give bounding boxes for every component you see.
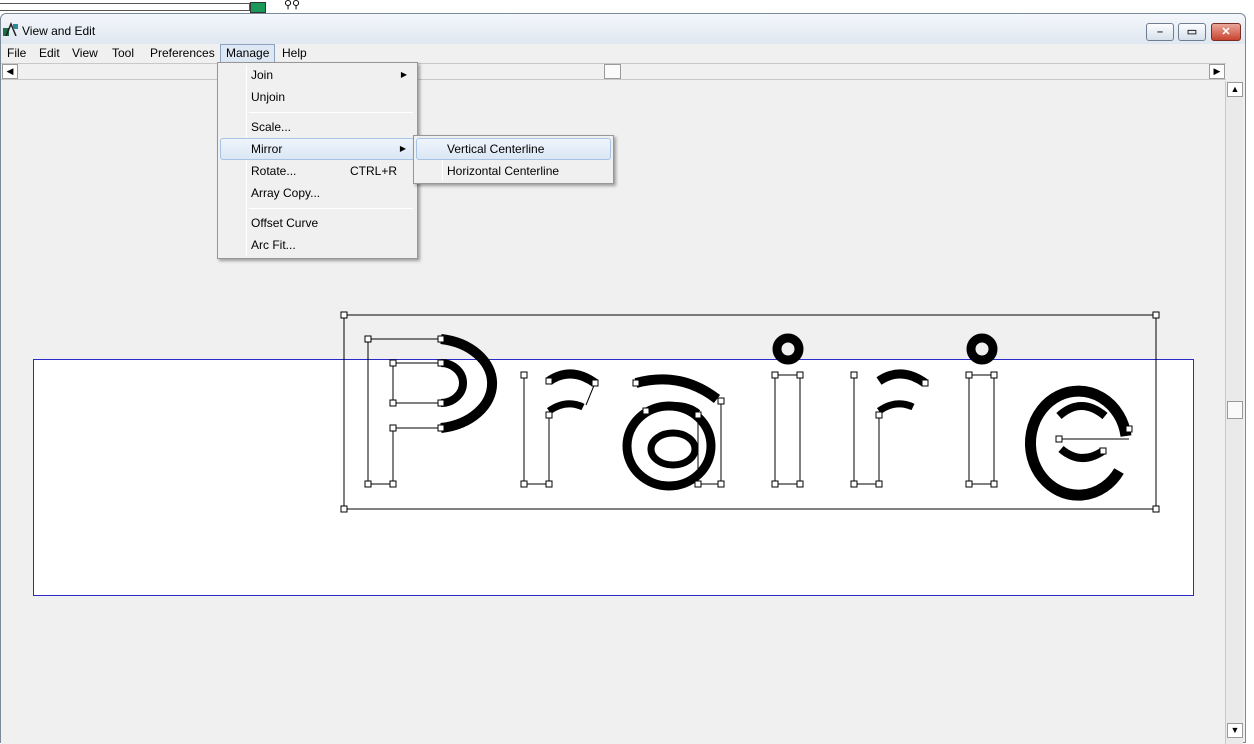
scroll-right-button[interactable]: ▶ xyxy=(1209,64,1225,79)
restore-icon: ▭ xyxy=(1186,26,1198,38)
menu-item-scale[interactable]: Scale... xyxy=(220,116,415,138)
rotate-shortcut: CTRL+R xyxy=(349,164,397,178)
menu-edit[interactable]: Edit xyxy=(34,44,65,63)
menu-item-mirror[interactable]: Mirror ▶ xyxy=(220,138,415,160)
menu-item-join[interactable]: Join ▶ xyxy=(220,64,415,86)
menu-help[interactable]: Help xyxy=(277,44,312,63)
menu-file[interactable]: File xyxy=(2,44,31,63)
letter-r-first xyxy=(523,369,598,485)
letter-i-first-handles xyxy=(771,371,804,488)
background-glyph-icon: ⚲⚲ xyxy=(284,0,301,11)
menu-item-rotate-label: Rotate... xyxy=(251,164,297,178)
menu-item-offset-curve[interactable]: Offset Curve xyxy=(220,212,415,234)
menu-item-unjoin[interactable]: Unjoin xyxy=(220,86,415,108)
scroll-up-button[interactable]: ▲ xyxy=(1227,82,1243,97)
background-green-icon xyxy=(250,2,266,13)
menu-tool[interactable]: Tool xyxy=(107,44,139,63)
arrow-left-icon: ◀ xyxy=(6,66,14,76)
horizontal-scrollbar[interactable]: ◀ ▶ xyxy=(1,63,1226,80)
minimize-icon: – xyxy=(1156,26,1164,38)
maximize-button[interactable]: ▭ xyxy=(1178,23,1206,41)
menu-view[interactable]: View xyxy=(67,44,103,63)
background-strip: ⚲⚲ xyxy=(0,0,1254,14)
scroll-down-button[interactable]: ▼ xyxy=(1227,723,1243,738)
letter-r-second xyxy=(853,369,928,485)
letter-i-second xyxy=(966,333,998,485)
letter-e xyxy=(1025,385,1132,501)
close-icon: ✕ xyxy=(1221,26,1231,38)
background-bar xyxy=(0,3,250,11)
submenu-arrow-icon: ▶ xyxy=(400,70,407,79)
menu-item-horizontal-centerline[interactable]: Horizontal Centerline xyxy=(416,160,611,182)
letter-a xyxy=(622,374,722,491)
menu-item-rotate[interactable]: Rotate... CTRL+R xyxy=(220,160,415,182)
arrow-right-icon: ▶ xyxy=(1213,66,1221,76)
letter-r-second-handles xyxy=(850,371,929,488)
letter-i-first xyxy=(772,333,804,485)
menu-item-mirror-label: Mirror xyxy=(251,142,283,156)
horizontal-scroll-thumb[interactable] xyxy=(604,64,621,79)
letter-i-second-handles xyxy=(965,371,998,488)
menu-item-arc-fit[interactable]: Arc Fit... xyxy=(220,234,415,256)
app-window: View and Edit – ▭ ✕ File Edit View Tool … xyxy=(0,13,1246,744)
vertical-scrollbar[interactable]: ▲ ▼ xyxy=(1225,81,1243,744)
menu-item-array-copy[interactable]: Array Copy... xyxy=(220,182,415,204)
mirror-submenu: Vertical Centerline Horizontal Centerlin… xyxy=(413,135,614,184)
menu-item-join-label: Join xyxy=(251,68,274,82)
menu-separator xyxy=(249,208,413,209)
title-bar[interactable]: View and Edit – ▭ ✕ xyxy=(1,14,1245,44)
letter-p xyxy=(367,334,497,485)
menu-manage[interactable]: Manage xyxy=(220,44,276,63)
arrow-down-icon: ▼ xyxy=(1230,725,1240,735)
menu-separator xyxy=(249,112,413,113)
menu-item-vertical-centerline[interactable]: Vertical Centerline xyxy=(416,138,611,160)
submenu-arrow-icon: ▶ xyxy=(399,144,406,153)
vertical-scroll-thumb[interactable] xyxy=(1227,401,1243,419)
manage-menu: Join ▶ Unjoin Scale... Mirror ▶ Rotate..… xyxy=(217,62,418,259)
minimize-button[interactable]: – xyxy=(1146,23,1174,41)
arrow-up-icon: ▲ xyxy=(1230,84,1240,94)
letter-r-first-handles xyxy=(520,371,599,488)
window-title: View and Edit xyxy=(22,24,96,38)
app-icon xyxy=(3,22,18,36)
menu-bar: File Edit View Tool Preferences Manage H… xyxy=(1,44,1245,63)
menu-preferences[interactable]: Preferences xyxy=(145,44,220,63)
close-button[interactable]: ✕ xyxy=(1211,23,1241,41)
letter-p-handles xyxy=(364,335,445,488)
scroll-left-button[interactable]: ◀ xyxy=(2,64,18,79)
